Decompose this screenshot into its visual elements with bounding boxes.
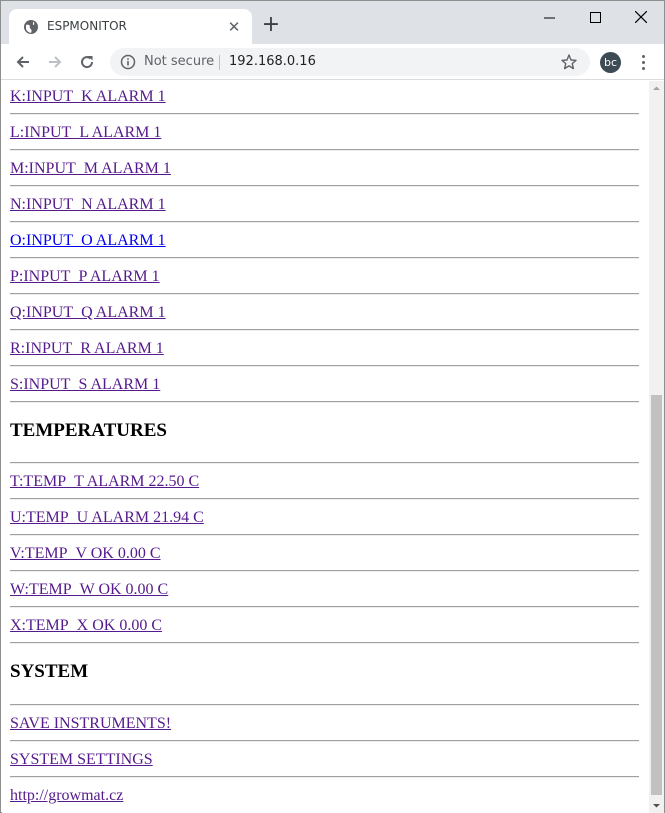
tab-espmonitor[interactable]: ESPMONITOR ✕ bbox=[9, 9, 252, 44]
maximize-icon bbox=[589, 11, 601, 23]
page-viewport: K:INPUT_K ALARM 1 L:INPUT_L ALARM 1 M:IN… bbox=[2, 81, 649, 813]
list-item: R:INPUT_R ALARM 1 bbox=[2, 339, 649, 375]
temp-v-link[interactable]: V:TEMP_V OK 0.00 C bbox=[10, 545, 161, 563]
divider bbox=[10, 293, 639, 295]
save-instruments-link[interactable]: SAVE INSTRUMENTS! bbox=[10, 715, 171, 733]
forward-button[interactable] bbox=[43, 50, 67, 74]
list-item: V:TEMP_V OK 0.00 C bbox=[2, 544, 649, 580]
close-window-button[interactable] bbox=[618, 1, 664, 33]
reload-button[interactable] bbox=[75, 50, 99, 74]
divider bbox=[10, 185, 639, 187]
temperatures-heading: TEMPERATURES bbox=[10, 420, 167, 441]
temp-t-link[interactable]: T:TEMP_T ALARM 22.50 C bbox=[10, 473, 199, 491]
bookmark-star-icon[interactable] bbox=[560, 53, 578, 71]
scrollbar-thumb[interactable] bbox=[651, 395, 662, 795]
system-heading: SYSTEM bbox=[10, 661, 89, 682]
globe-icon bbox=[24, 20, 38, 34]
profile-avatar[interactable]: bc bbox=[600, 52, 621, 73]
section-header: SYSTEM bbox=[2, 652, 649, 714]
input-r-link[interactable]: R:INPUT_R ALARM 1 bbox=[10, 340, 164, 358]
menu-dot-icon bbox=[641, 60, 645, 64]
close-icon bbox=[635, 11, 647, 23]
browser-toolbar: Not secure 192.168.0.16 bc bbox=[1, 44, 664, 80]
list-item: M:INPUT_M ALARM 1 bbox=[2, 159, 649, 195]
input-l-link[interactable]: L:INPUT_L ALARM 1 bbox=[10, 124, 161, 142]
list-item: L:INPUT_L ALARM 1 bbox=[2, 123, 649, 159]
tab-close-icon[interactable]: ✕ bbox=[225, 18, 243, 36]
reload-icon bbox=[81, 56, 94, 69]
page-content: K:INPUT_K ALARM 1 L:INPUT_L ALARM 1 M:IN… bbox=[2, 87, 649, 813]
divider bbox=[10, 329, 639, 331]
temp-u-link[interactable]: U:TEMP_U ALARM 21.94 C bbox=[10, 509, 204, 527]
scroll-up-icon[interactable] bbox=[649, 81, 664, 96]
system-settings-link[interactable]: SYSTEM SETTINGS bbox=[10, 751, 153, 769]
divider bbox=[10, 704, 639, 706]
list-item: U:TEMP_U ALARM 21.94 C bbox=[2, 508, 649, 544]
list-item: X:TEMP_X OK 0.00 C bbox=[2, 616, 649, 652]
browser-menu-button[interactable] bbox=[634, 53, 652, 71]
menu-dot-icon bbox=[641, 66, 645, 70]
divider bbox=[10, 462, 639, 464]
list-item: S:INPUT_S ALARM 1 bbox=[2, 375, 649, 411]
list-item: T:TEMP_T ALARM 22.50 C bbox=[2, 472, 649, 508]
divider bbox=[10, 534, 639, 536]
list-item: http://growmat.cz bbox=[2, 786, 649, 813]
section-header: TEMPERATURES bbox=[2, 411, 649, 472]
minimize-button[interactable] bbox=[526, 1, 572, 33]
omnibox-divider bbox=[219, 55, 220, 70]
input-o-link[interactable]: O:INPUT_O ALARM 1 bbox=[10, 232, 166, 250]
tab-title: ESPMONITOR bbox=[47, 19, 127, 33]
growmat-link[interactable]: http://growmat.cz bbox=[10, 787, 123, 805]
browser-window: ESPMONITOR ✕ + Not secure 192.168.0.16 b… bbox=[0, 0, 665, 813]
scroll-down-icon[interactable] bbox=[649, 798, 664, 813]
divider bbox=[10, 642, 639, 644]
input-k-link[interactable]: K:INPUT_K ALARM 1 bbox=[10, 88, 166, 106]
divider bbox=[10, 257, 639, 259]
url-text[interactable]: 192.168.0.16 bbox=[229, 54, 316, 69]
list-item: O:INPUT_O ALARM 1 bbox=[2, 231, 649, 267]
divider bbox=[10, 570, 639, 572]
list-item: SYSTEM SETTINGS bbox=[2, 750, 649, 786]
list-item: P:INPUT_P ALARM 1 bbox=[2, 267, 649, 303]
divider bbox=[10, 740, 639, 742]
divider bbox=[10, 498, 639, 500]
list-item: K:INPUT_K ALARM 1 bbox=[2, 87, 649, 123]
back-button[interactable] bbox=[11, 50, 35, 74]
list-item: Q:INPUT_Q ALARM 1 bbox=[2, 303, 649, 339]
menu-dot-icon bbox=[641, 54, 645, 58]
list-item: SAVE INSTRUMENTS! bbox=[2, 714, 649, 750]
divider bbox=[10, 776, 639, 778]
info-icon[interactable] bbox=[120, 54, 136, 70]
maximize-button[interactable] bbox=[572, 1, 618, 33]
vertical-scrollbar[interactable] bbox=[649, 81, 664, 813]
tab-strip: ESPMONITOR ✕ + bbox=[1, 1, 664, 44]
address-bar[interactable]: Not secure 192.168.0.16 bbox=[110, 48, 590, 76]
new-tab-button[interactable]: + bbox=[260, 14, 282, 36]
list-item: W:TEMP_W OK 0.00 C bbox=[2, 580, 649, 616]
divider bbox=[10, 113, 639, 115]
divider bbox=[10, 221, 639, 223]
list-item: N:INPUT_N ALARM 1 bbox=[2, 195, 649, 231]
arrow-left-icon bbox=[16, 56, 29, 68]
security-label[interactable]: Not secure bbox=[144, 54, 214, 69]
divider bbox=[10, 365, 639, 367]
temp-x-link[interactable]: X:TEMP_X OK 0.00 C bbox=[10, 617, 162, 635]
input-q-link[interactable]: Q:INPUT_Q ALARM 1 bbox=[10, 304, 166, 322]
input-s-link[interactable]: S:INPUT_S ALARM 1 bbox=[10, 376, 160, 394]
divider bbox=[10, 606, 639, 608]
input-m-link[interactable]: M:INPUT_M ALARM 1 bbox=[10, 160, 171, 178]
arrow-right-icon bbox=[49, 56, 62, 68]
input-p-link[interactable]: P:INPUT_P ALARM 1 bbox=[10, 268, 160, 286]
divider bbox=[10, 401, 639, 403]
input-n-link[interactable]: N:INPUT_N ALARM 1 bbox=[10, 196, 166, 214]
temp-w-link[interactable]: W:TEMP_W OK 0.00 C bbox=[10, 581, 168, 599]
divider bbox=[10, 149, 639, 151]
minimize-icon bbox=[543, 17, 555, 18]
